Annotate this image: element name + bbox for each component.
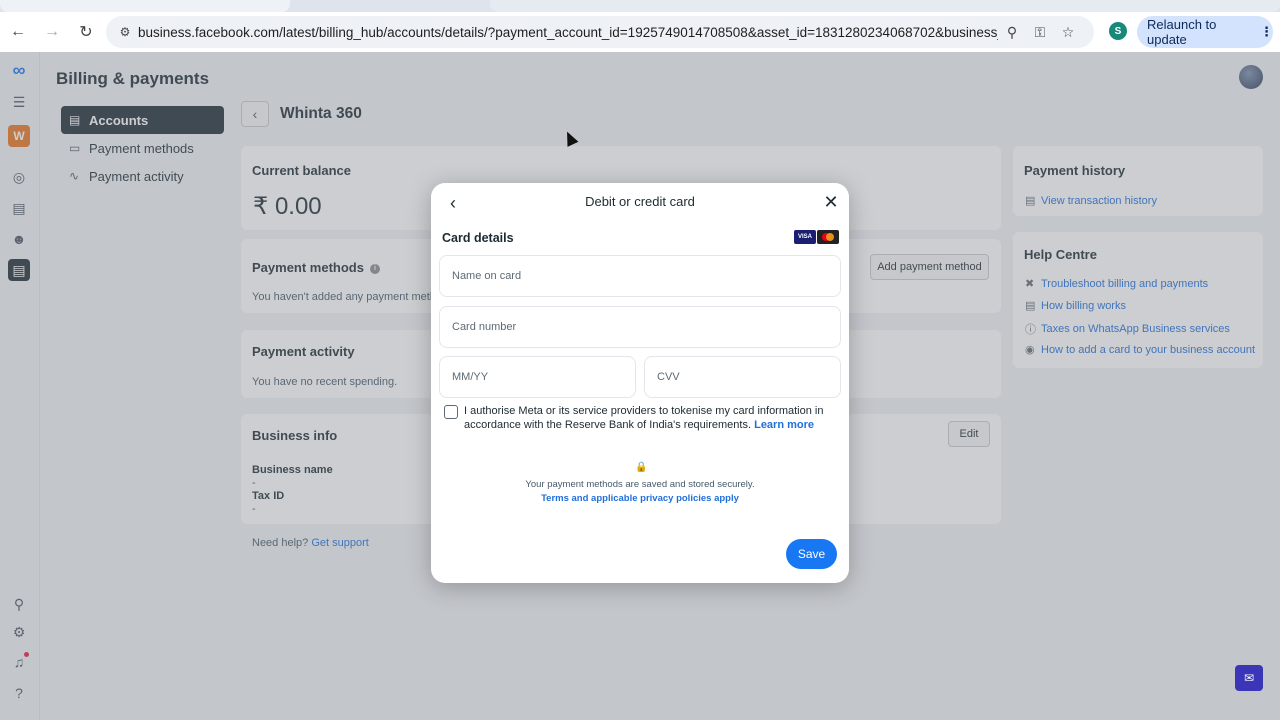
relaunch-label: Relaunch to update	[1147, 17, 1217, 47]
secure-storage-text: Your payment methods are saved and store…	[525, 479, 755, 490]
forward-arrow-icon[interactable]: →	[36, 16, 68, 48]
chat-support-icon[interactable]: ✉	[1235, 665, 1263, 691]
card-number-input[interactable]	[440, 307, 840, 347]
browser-toolbar: ← → ↻ ⚙ business.facebook.com/latest/bil…	[0, 12, 1280, 52]
expiry-field[interactable]	[439, 356, 636, 398]
relaunch-button[interactable]: Relaunch to update ⋮	[1137, 16, 1273, 48]
dialog-title: Debit or credit card	[585, 194, 695, 209]
consent-checkbox[interactable]	[444, 405, 458, 419]
reload-icon[interactable]: ↻	[70, 16, 102, 48]
consent-text: I authorise Meta or its service provider…	[464, 404, 839, 432]
name-on-card-field[interactable]	[439, 255, 841, 297]
name-on-card-input[interactable]	[440, 256, 840, 296]
lock-icon: 🔒	[635, 462, 648, 473]
cvv-field[interactable]	[644, 356, 841, 398]
card-details-dialog: ‹ Debit or credit card ✕ Card details VI…	[431, 183, 849, 583]
more-vert-icon[interactable]: ⋮	[1260, 24, 1273, 40]
url-text[interactable]: business.facebook.com/latest/billing_hub…	[138, 25, 998, 40]
card-number-field[interactable]	[439, 306, 841, 348]
visa-logo-icon: VISA	[794, 230, 816, 244]
zoom-icon[interactable]: ⚲	[998, 24, 1026, 41]
cvv-input[interactable]	[645, 357, 840, 397]
browser-profile-avatar[interactable]: S	[1109, 22, 1127, 40]
browser-tab[interactable]	[490, 0, 1280, 12]
address-bar[interactable]: ⚙ business.facebook.com/latest/billing_h…	[106, 16, 1094, 48]
browser-tab[interactable]	[0, 0, 290, 12]
browser-tab-strip	[0, 0, 1280, 12]
site-settings-icon[interactable]: ⚙	[112, 25, 138, 39]
password-key-icon[interactable]: ⚿	[1026, 24, 1054, 41]
bookmark-star-icon[interactable]: ☆	[1054, 24, 1082, 41]
close-icon[interactable]: ✕	[819, 190, 843, 214]
learn-more-link[interactable]: Learn more	[754, 419, 814, 431]
terms-link[interactable]: Terms and applicable privacy policies ap…	[431, 493, 849, 504]
back-arrow-icon[interactable]: ←	[2, 16, 34, 48]
expiry-input[interactable]	[440, 357, 635, 397]
card-details-heading: Card details	[442, 231, 514, 245]
mastercard-logo-icon	[817, 230, 839, 244]
save-button[interactable]: Save	[786, 539, 837, 569]
